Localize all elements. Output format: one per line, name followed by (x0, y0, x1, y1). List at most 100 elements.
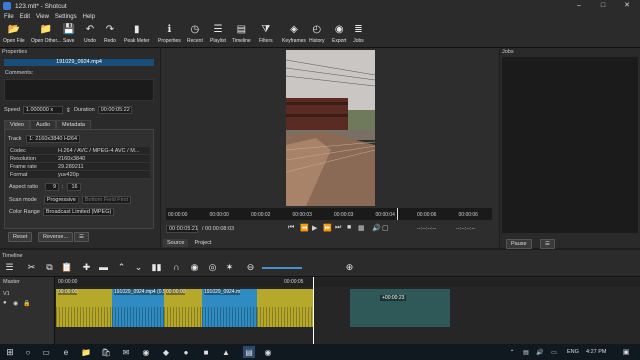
reset-button[interactable]: Reset (8, 232, 33, 242)
grid-icon[interactable]: ▦ (358, 224, 365, 232)
volume-icon[interactable]: 🔊 (372, 224, 381, 232)
task-view-icon[interactable]: ▭ (40, 346, 52, 358)
toolbar-jobs-button[interactable]: ≣ Jobs (353, 23, 364, 47)
toolbar-recent-button[interactable]: ◷ Recent (187, 23, 203, 47)
split-icon[interactable]: ▮▮ (151, 262, 162, 273)
timeline-playhead[interactable] (313, 277, 314, 344)
menu-view[interactable]: View (36, 14, 49, 20)
chrome-icon[interactable]: ◉ (140, 346, 152, 358)
clock[interactable]: 4:27 PM (586, 349, 606, 355)
remove-icon[interactable]: ▬ (98, 262, 109, 273)
duration-input[interactable]: 00:00:05:22 (97, 106, 132, 114)
notification-icon[interactable]: ▣ (620, 346, 632, 358)
app-icon-5[interactable]: ◉ (262, 346, 274, 358)
maximize-button[interactable]: □ (592, 0, 614, 12)
rewind-icon[interactable]: ⏪ (300, 224, 309, 232)
color-range-select[interactable]: Broadcast Limited (MPEG) (42, 208, 115, 216)
menu-edit[interactable]: Edit (20, 14, 30, 20)
zoom-slider[interactable] (262, 267, 302, 269)
search-icon[interactable]: ○ (22, 346, 34, 358)
aspect-width-input[interactable]: 9 (45, 183, 60, 191)
zoom-out-icon[interactable]: ⊖ (245, 262, 256, 273)
toolbar-properties-button[interactable]: ℹ Properties (158, 23, 181, 47)
close-button[interactable]: ✕ (616, 0, 638, 12)
mail-icon[interactable]: ✉ (120, 346, 132, 358)
minimize-button[interactable]: – (568, 0, 590, 12)
play-icon[interactable]: ▶ (312, 224, 317, 232)
ripple-all-icon[interactable]: ✶ (224, 262, 235, 273)
app-icon-3[interactable]: ■ (200, 346, 212, 358)
snap-icon[interactable]: ∩ (171, 262, 182, 273)
timeline-clip[interactable]: 00:00:00 (164, 289, 202, 327)
timeline-clip[interactable]: 191029_0924.m (202, 289, 257, 327)
timeline-menu-icon[interactable]: ☰ (4, 262, 15, 273)
hide-icon[interactable]: ◉ (13, 300, 18, 307)
skip-start-icon[interactable]: ⏮ (288, 224, 294, 232)
tab-project[interactable]: Project (190, 239, 215, 247)
copy-icon[interactable]: ⧉ (44, 262, 55, 273)
comments-field[interactable] (4, 79, 154, 101)
tray-up-icon[interactable]: ⌃ (506, 346, 518, 358)
menu-settings[interactable]: Settings (55, 14, 77, 20)
toolbar-redo-button[interactable]: ↷ Redo (104, 23, 116, 47)
mute-icon[interactable]: ● (3, 300, 7, 306)
toolbar-playlist-button[interactable]: ☰ Playlist (210, 23, 226, 47)
toolbar-export-button[interactable]: ◉ Export (332, 23, 346, 47)
jobs-menu-button[interactable]: ☰ (540, 239, 555, 249)
toolbar-peak-meter-button[interactable]: ▮ Peak Meter (124, 23, 150, 47)
speed-input[interactable]: 1.000000 x (22, 106, 63, 114)
tab-source[interactable]: Source (163, 239, 189, 247)
toolbar-open-other-button[interactable]: 📁 Open Other... (31, 23, 61, 47)
toolbar-open-file-button[interactable]: 📂 Open File (3, 23, 25, 47)
aspect-height-input[interactable]: 16 (66, 183, 81, 191)
spinner-icon[interactable]: ⇕ (66, 107, 71, 114)
zoom-in-icon[interactable]: ⊕ (344, 262, 355, 273)
timeline-clip[interactable]: 00:00:00 (56, 289, 112, 327)
skip-end-icon[interactable]: ⏭ (335, 224, 341, 232)
timecode-field[interactable]: 00:00:05:21 (166, 225, 198, 233)
app-icon-1[interactable]: ◆ (160, 346, 172, 358)
app-icon-2[interactable]: ● (180, 346, 192, 358)
shotcut-taskbar-icon[interactable]: ▤ (243, 346, 255, 358)
timeline-clip[interactable]: 191029_0924.mp4 (0.5x) (112, 289, 164, 327)
lift-icon[interactable]: ⌃ (116, 262, 127, 273)
stop-icon[interactable]: ■ (347, 224, 351, 231)
reverse-button[interactable]: Reverse... (38, 232, 74, 242)
store-icon[interactable]: 🛍 (100, 346, 112, 358)
overwrite-icon[interactable]: ⌄ (133, 262, 144, 273)
viewer-ruler[interactable]: 00:00:00 00:00:00 00:00:02 00:00:03 00:00:03… (166, 208, 492, 220)
cut-icon[interactable]: ✂ (26, 262, 37, 273)
toolbar-keyframes-button[interactable]: ◈ Keyframes (282, 23, 306, 47)
network-icon[interactable]: ▤ (520, 346, 532, 358)
fast-forward-icon[interactable]: ⏩ (323, 224, 332, 232)
menu-file[interactable]: File (4, 14, 14, 20)
jobs-list[interactable] (502, 57, 638, 233)
toolbar-filters-button[interactable]: ⧩ Filters (259, 23, 273, 47)
zoom-icon[interactable]: ▢ (382, 224, 389, 232)
volume-tray-icon[interactable]: 🔊 (534, 346, 546, 358)
timeline-clip[interactable] (257, 289, 313, 327)
edge-icon[interactable]: e (60, 346, 72, 358)
scrub-icon[interactable]: ◉ (189, 262, 200, 273)
lock-icon[interactable]: 🔒 (23, 300, 30, 307)
append-icon[interactable]: ✚ (81, 262, 92, 273)
toolbar-history-button[interactable]: ◴ History (309, 23, 325, 47)
toolbar-save-button[interactable]: 💾 Save (62, 23, 74, 47)
ripple-icon[interactable]: ◎ (207, 262, 218, 273)
track-select[interactable]: 1: 2160x3840 H264 (26, 135, 81, 143)
scan-select[interactable]: Progressive (43, 196, 79, 204)
menu-help[interactable]: Help (83, 14, 95, 20)
paste-icon[interactable]: 📋 (61, 262, 72, 273)
field-order-select[interactable]: Bottom Field First (81, 196, 131, 204)
toolbar-undo-button[interactable]: ↶ Undo (84, 23, 96, 47)
timeline-ruler[interactable]: 00:00:00 00:00:05 (56, 278, 640, 287)
battery-icon[interactable]: ▭ (548, 346, 560, 358)
windows-start-icon[interactable]: ⊞ (4, 346, 16, 358)
viewer-playhead[interactable] (397, 208, 399, 220)
properties-menu-button[interactable]: ☰ (74, 232, 89, 242)
language-indicator[interactable]: ENG (567, 349, 579, 355)
pause-button[interactable]: Pause (506, 239, 532, 249)
file-explorer-icon[interactable]: 📁 (80, 346, 92, 358)
toolbar-timeline-button[interactable]: ▤ Timeline (232, 23, 251, 47)
app-icon-4[interactable]: ▲ (220, 346, 232, 358)
